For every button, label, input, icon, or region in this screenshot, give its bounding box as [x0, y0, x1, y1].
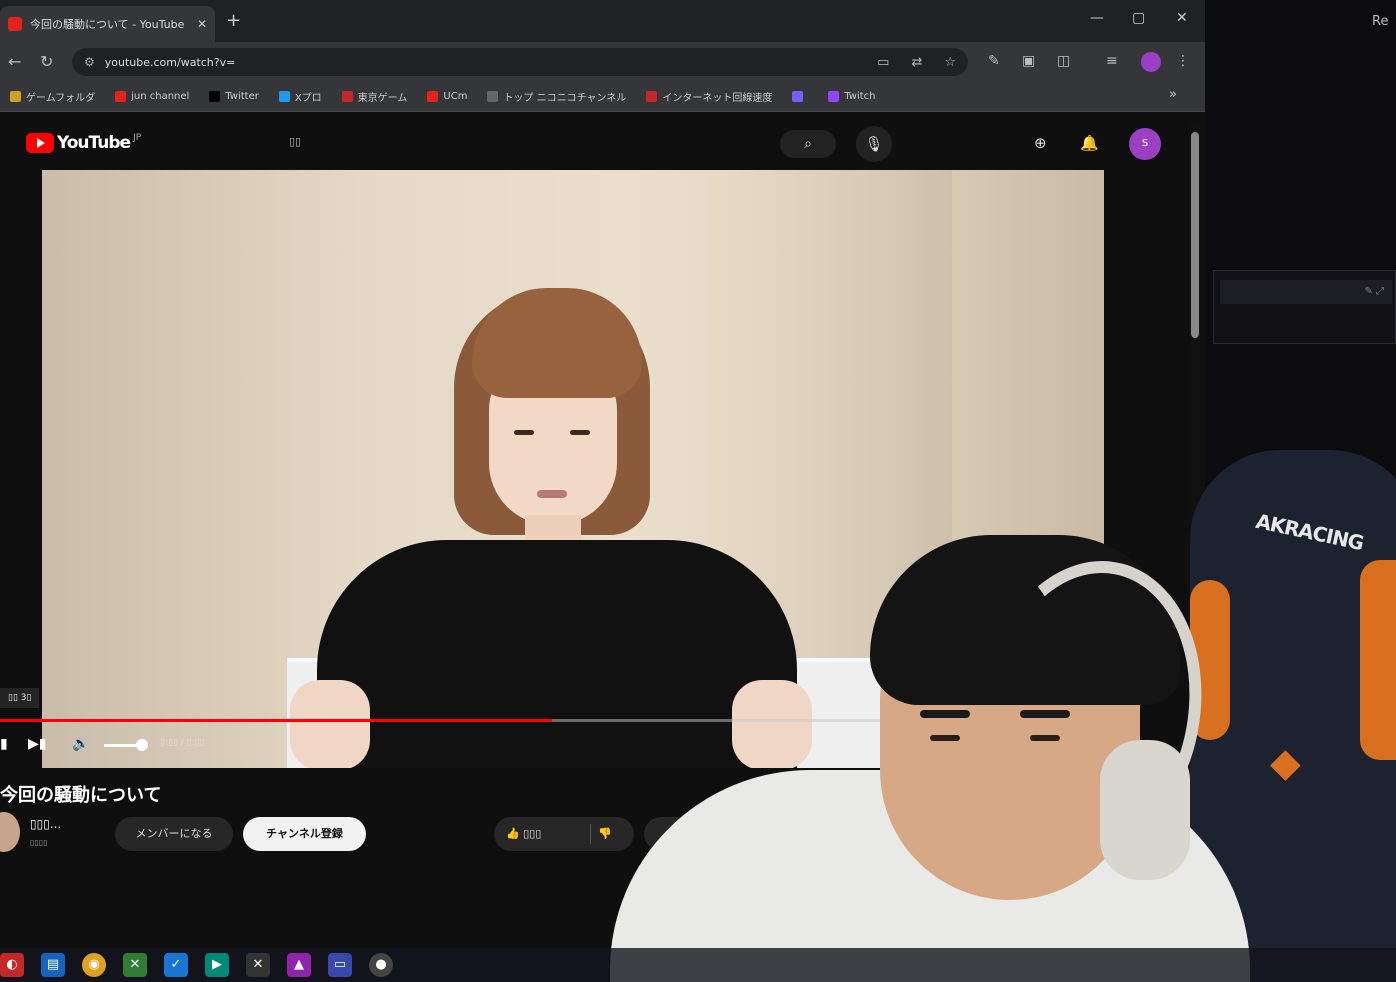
chair-logo-icon: ◆ [1270, 740, 1301, 786]
taskbar-triangle-icon[interactable]: ▲ [287, 953, 311, 977]
bookmark-label: UCm [443, 91, 468, 102]
bookmark-item[interactable]: jun channel [105, 91, 199, 102]
bookmark-item[interactable]: Twitch [818, 91, 885, 102]
youtube-favicon-icon [8, 17, 22, 31]
bookmark-item[interactable]: ゲームフォルダ [0, 89, 105, 104]
taskbar-app-icon[interactable]: ◐ [0, 953, 24, 977]
side-panel-label: Re [1372, 14, 1389, 29]
chapter-tooltip: ▯▯ 3▯ [0, 688, 40, 708]
join-membership-button[interactable]: メンバーになる [115, 817, 233, 851]
bookmark-item[interactable]: Xプロ [269, 89, 332, 104]
cast-icon[interactable]: ▭ [877, 55, 889, 70]
notifications-bell-icon[interactable]: 🔔 [1080, 134, 1099, 152]
tab-youtube[interactable]: 今回の騒動について - YouTube ✕ [0, 6, 215, 42]
bookmark-star-icon[interactable]: ☆ [944, 55, 956, 70]
bookmark-item[interactable]: UCm [417, 91, 477, 102]
bookmark-label: 東京ゲーム [357, 93, 408, 104]
tab-title: 今回の騒動について - YouTube [30, 18, 185, 31]
video-progress-fill [0, 719, 552, 722]
back-arrow-icon[interactable]: ← [8, 52, 21, 71]
channel-avatar[interactable] [0, 812, 20, 852]
extensions-puzzle-icon[interactable]: ◫ [1057, 53, 1070, 69]
bookmark-favicon-icon [115, 91, 127, 102]
taskbar-file-icon[interactable]: ▤ [41, 953, 65, 977]
bookmark-favicon-icon [792, 91, 804, 102]
extension-pen-icon[interactable]: ✎ [988, 53, 1000, 69]
bookmark-item[interactable]: トップ ニコニコチャンネル [477, 89, 636, 104]
bookmark-favicon-icon [487, 91, 499, 102]
taskbar-obs-icon[interactable]: ● [369, 953, 393, 977]
browser-profile-avatar[interactable] [1141, 52, 1161, 72]
site-info-icon[interactable]: ⚙ [84, 55, 95, 69]
time-display: ▯:▯▯ / ▯:▯▯ [160, 738, 205, 748]
translate-icon[interactable]: ⇄ [911, 55, 922, 70]
microphone-icon[interactable]: 🎙 [856, 126, 892, 162]
taskbar-excel-icon[interactable]: ✕ [123, 953, 147, 977]
bookmark-label: ゲームフォルダ [26, 93, 96, 104]
taskbar-chrome-icon[interactable]: ◉ [82, 953, 106, 977]
volume-icon[interactable]: 🔊 [72, 736, 89, 752]
bookmark-item[interactable]: 東京ゲーム [332, 89, 418, 104]
reload-icon[interactable]: ↻ [40, 52, 53, 71]
like-count: ▯▯▯ [523, 827, 542, 840]
url-input[interactable] [104, 55, 856, 69]
taskbar-monitor-icon[interactable]: ▭ [328, 953, 352, 977]
maximize-button[interactable]: ▢ [1132, 10, 1145, 26]
extension-box-icon[interactable]: ▣ [1022, 53, 1035, 69]
tab-bar: 今回の騒動について - YouTube ✕ + — ▢ ✕ [0, 0, 1205, 42]
youtube-header: YouTube JP ▯▯ ⌕ 🎙 ⊕ 🔔 S [0, 112, 1205, 168]
taskbar-check-icon[interactable]: ✓ [164, 953, 188, 977]
bookmark-label: jun channel [131, 91, 190, 102]
close-tab-icon[interactable]: ✕ [197, 17, 207, 31]
minimize-button[interactable]: — [1090, 10, 1104, 26]
media-control-icon[interactable]: ≡ [1106, 53, 1118, 69]
bookmark-favicon-icon [427, 91, 439, 102]
thumbs-up-icon: 👍 [506, 827, 520, 840]
search-box-placeholder[interactable]: ▯▯ [289, 135, 301, 148]
browser-toolbar: ← ↻ ⚙ ▭ ⇄ ☆ ✎ ▣ ◫ ≡ ⋮ [0, 42, 1205, 82]
address-bar[interactable]: ⚙ ▭ ⇄ ☆ [72, 48, 968, 76]
taskbar-play-icon[interactable]: ▶ [205, 953, 229, 977]
bookmark-label: Xプロ [294, 93, 322, 104]
more-bookmarks-icon[interactable]: » [1169, 87, 1177, 102]
video-title: 今回の騒動について [0, 785, 162, 806]
windows-taskbar: ◐ ▤ ◉ ✕ ✓ ▶ ✕ ▲ ▭ ● [0, 948, 1396, 982]
streamer-webcam-overlay: AKRACING ◆ [580, 440, 1396, 982]
close-window-button[interactable]: ✕ [1176, 10, 1188, 26]
next-video-icon[interactable]: ▶▮ [28, 736, 46, 752]
region-code: JP [133, 133, 142, 143]
bookmark-favicon-icon [209, 91, 221, 102]
bookmark-favicon-icon [278, 91, 290, 102]
bookmark-item[interactable]: Twitter [199, 91, 269, 102]
bookmark-favicon-icon [646, 91, 658, 102]
bookmark-item[interactable] [782, 91, 818, 102]
bookmark-label: Twitch [844, 91, 876, 102]
taskbar-x-icon[interactable]: ✕ [246, 953, 270, 977]
bookmark-favicon-icon [341, 91, 353, 102]
bookmark-label: Twitter [225, 91, 259, 102]
bookmark-favicon-icon [10, 91, 21, 102]
subscribe-button[interactable]: チャンネル登録 [243, 817, 366, 851]
scrollbar-thumb[interactable] [1191, 132, 1199, 338]
bookmark-item[interactable]: インターネット回線速度 [636, 89, 782, 104]
youtube-logo[interactable]: YouTube JP [26, 133, 141, 153]
bookmark-label: トップ ニコニコチャンネル [503, 93, 627, 104]
bookmarks-bar: ゲームフォルダ jun channel Twitter Xプロ 東京ゲーム UCm トップ … [0, 82, 1205, 112]
youtube-play-logo-icon [26, 133, 54, 153]
play-pause-button[interactable]: ▮ [0, 736, 8, 752]
channel-subscriber-count: ▯▯▯▯ [30, 838, 48, 847]
create-video-icon[interactable]: ⊕ [1034, 134, 1047, 152]
search-icon[interactable]: ⌕ [780, 130, 836, 158]
bookmark-favicon-icon [828, 91, 840, 102]
channel-name[interactable]: ▯▯▯... [30, 817, 61, 831]
account-avatar[interactable]: S [1129, 128, 1161, 160]
volume-slider-handle[interactable] [136, 739, 148, 751]
new-tab-button[interactable]: + [226, 10, 241, 31]
bookmark-label: インターネット回線速度 [662, 93, 773, 104]
side-panel-input[interactable]: ✎ ⤢ [1220, 280, 1392, 304]
browser-menu-icon[interactable]: ⋮ [1176, 53, 1190, 69]
